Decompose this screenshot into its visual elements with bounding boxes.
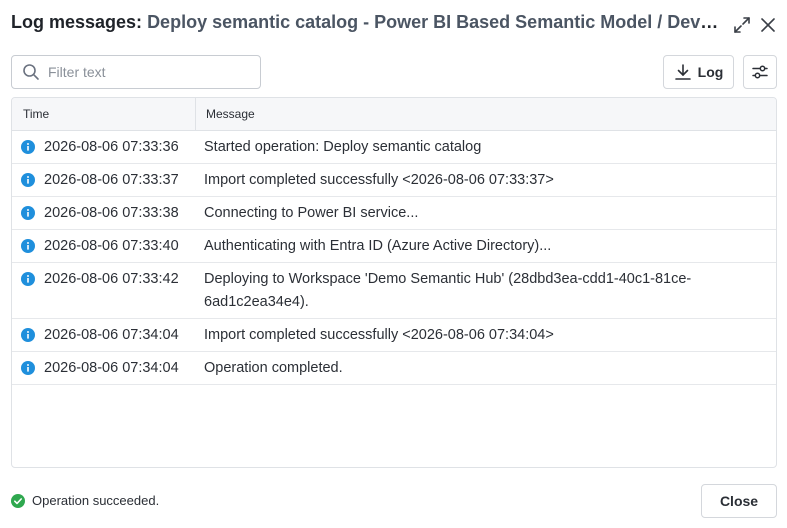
info-icon (21, 239, 35, 253)
info-icon (21, 272, 35, 286)
time-text: 2026-08-06 07:34:04 (44, 360, 179, 376)
filter-field[interactable] (11, 55, 261, 89)
info-icon (21, 173, 35, 187)
table-row[interactable]: 2026-08-06 07:33:42 Deploying to Workspa… (12, 263, 776, 319)
info-icon (21, 328, 35, 342)
info-icon (21, 140, 35, 154)
status-text: Operation succeeded. (32, 493, 160, 508)
log-table: Time Message 2026-08-06 07:33:36 Started… (11, 97, 777, 468)
log-button-label: Log (697, 64, 724, 80)
dialog-title: Log messages: Deploy semantic catalog - … (11, 12, 721, 38)
message-cell: Authenticating with Entra ID (Azure Acti… (204, 238, 552, 254)
message-cell: Import completed successfully <2026-08-0… (204, 327, 554, 343)
expand-icon (734, 17, 750, 33)
time-text: 2026-08-06 07:33:38 (44, 205, 179, 221)
download-log-button[interactable]: Log (663, 55, 734, 89)
time-text: 2026-08-06 07:33:40 (44, 238, 179, 254)
time-cell: 2026-08-06 07:33:36 (12, 131, 196, 163)
info-icon (21, 206, 35, 220)
info-icon (21, 361, 35, 375)
search-icon (23, 64, 39, 80)
time-cell: 2026-08-06 07:33:38 (12, 197, 196, 229)
sliders-icon (752, 65, 768, 79)
table-row[interactable]: 2026-08-06 07:34:04 Import completed suc… (12, 319, 776, 352)
time-cell: 2026-08-06 07:33:42 (12, 263, 196, 318)
column-settings-button[interactable] (743, 55, 777, 89)
close-icon (761, 18, 775, 32)
download-icon (674, 64, 691, 80)
filter-input[interactable] (48, 64, 248, 80)
dialog-title-prefix: Log messages: (11, 12, 143, 32)
table-row[interactable]: 2026-08-06 07:33:37 Import completed suc… (12, 164, 776, 197)
table-row[interactable]: 2026-08-06 07:33:36 Started operation: D… (12, 131, 776, 164)
table-row[interactable]: 2026-08-06 07:34:04 Operation completed. (12, 352, 776, 385)
log-messages-dialog: Log messages: Deploy semantic catalog - … (0, 0, 787, 528)
close-button[interactable]: Close (701, 484, 777, 518)
time-cell: 2026-08-06 07:34:04 (12, 352, 196, 384)
message-cell: Operation completed. (204, 360, 343, 376)
table-row[interactable]: 2026-08-06 07:33:40 Authenticating with … (12, 230, 776, 263)
message-cell: Deploying to Workspace 'Demo Semantic Hu… (204, 271, 692, 310)
time-text: 2026-08-06 07:33:42 (44, 271, 179, 287)
operation-status: Operation succeeded. (11, 493, 159, 508)
time-text: 2026-08-06 07:33:37 (44, 172, 179, 188)
time-cell: 2026-08-06 07:33:40 (12, 230, 196, 262)
message-cell: Started operation: Deploy semantic catal… (204, 139, 482, 155)
message-cell: Connecting to Power BI service... (204, 205, 419, 221)
time-cell: 2026-08-06 07:33:37 (12, 164, 196, 196)
column-header-message[interactable]: Message (196, 98, 776, 130)
table-row[interactable]: 2026-08-06 07:33:38 Connecting to Power … (12, 197, 776, 230)
success-check-icon (11, 493, 25, 508)
time-cell: 2026-08-06 07:34:04 (12, 319, 196, 351)
table-header: Time Message (12, 98, 776, 131)
column-header-time[interactable]: Time (12, 98, 196, 130)
time-text: 2026-08-06 07:34:04 (44, 327, 179, 343)
message-cell: Import completed successfully <2026-08-0… (204, 172, 554, 188)
close-dialog-button[interactable] (757, 14, 779, 36)
time-text: 2026-08-06 07:33:36 (44, 139, 179, 155)
dialog-title-subject: Deploy semantic catalog - Power BI Based… (147, 12, 721, 32)
expand-button[interactable] (731, 14, 753, 36)
